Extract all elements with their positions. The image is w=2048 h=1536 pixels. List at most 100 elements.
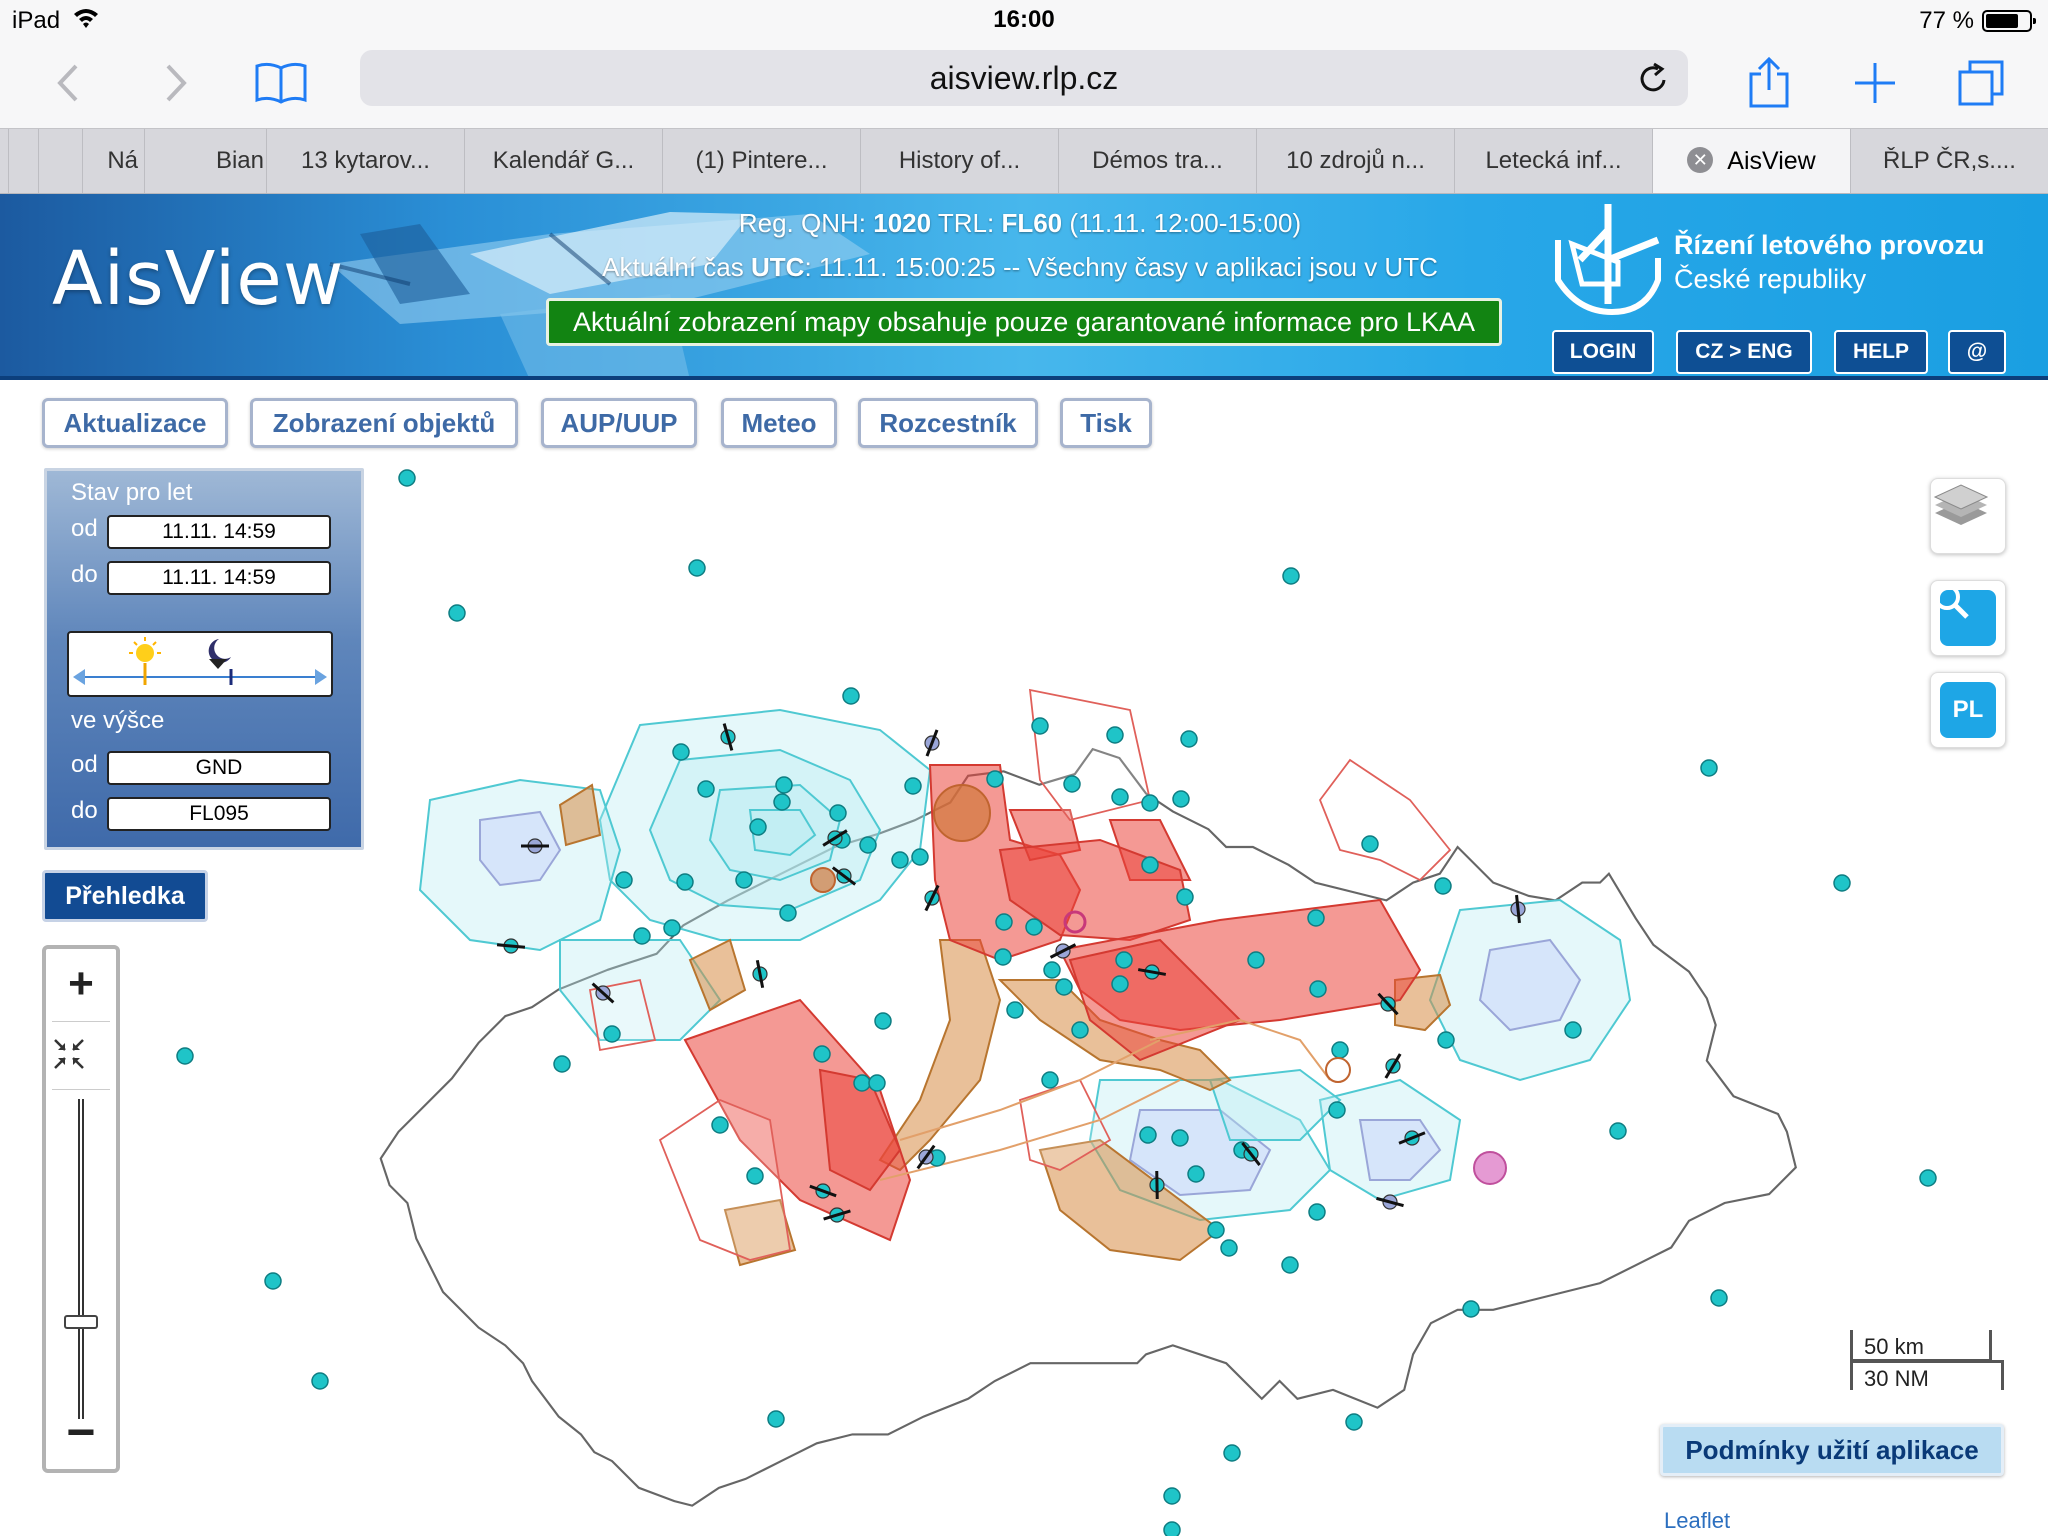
navaid-marker[interactable]: [1171, 1129, 1189, 1147]
navaid-marker[interactable]: [676, 873, 694, 891]
navaid-marker[interactable]: [775, 776, 793, 794]
navaid-marker[interactable]: [735, 871, 753, 889]
navaid-marker[interactable]: [1437, 1031, 1455, 1049]
navaid-marker[interactable]: [1833, 874, 1851, 892]
pl-button[interactable]: PL: [1930, 672, 2006, 748]
navaid-marker[interactable]: [1063, 775, 1081, 793]
tab-1[interactable]: Bian: [144, 129, 266, 193]
tab-4[interactable]: (1) Pintere...: [662, 129, 860, 193]
forward-button[interactable]: [140, 48, 210, 118]
tabs-overview-button[interactable]: [1946, 48, 2016, 118]
navaid-marker[interactable]: [1328, 1101, 1346, 1119]
reload-icon[interactable]: [1636, 62, 1670, 96]
navaid-marker[interactable]: [749, 818, 767, 836]
tab-aisview-active[interactable]: ✕ AisView: [1652, 129, 1850, 193]
navaid-marker[interactable]: [911, 848, 929, 866]
navaid-marker[interactable]: [1176, 888, 1194, 906]
zoom-out-button[interactable]: −: [52, 1403, 110, 1465]
tab-6[interactable]: Démos tra...: [1058, 129, 1256, 193]
navaid-marker[interactable]: [1006, 1001, 1024, 1019]
aerodrome-icon[interactable]: [924, 729, 940, 757]
tab-3[interactable]: Kalendář G...: [464, 129, 662, 193]
tab-0[interactable]: Ná: [82, 129, 144, 193]
search-button[interactable]: [1930, 580, 2006, 656]
navaid-marker[interactable]: [1282, 567, 1300, 585]
navaid-marker[interactable]: [1041, 1071, 1059, 1089]
tab-7[interactable]: 10 zdrojů n...: [1256, 129, 1454, 193]
navaid-marker[interactable]: [1141, 794, 1159, 812]
language-button[interactable]: CZ > ENG: [1676, 330, 1812, 374]
navaid-marker[interactable]: [1111, 975, 1129, 993]
layers-button[interactable]: [1930, 478, 2006, 554]
navaid-marker[interactable]: [1031, 717, 1049, 735]
navaid-marker[interactable]: [868, 1074, 886, 1092]
navaid-marker[interactable]: [859, 836, 877, 854]
contact-button[interactable]: @: [1948, 330, 2006, 374]
day-night-timeline[interactable]: [67, 631, 333, 697]
navaid-marker[interactable]: [1331, 1041, 1349, 1059]
navaid-marker[interactable]: [1434, 877, 1452, 895]
navaid-marker[interactable]: [448, 604, 466, 622]
navaid-marker[interactable]: [995, 913, 1013, 931]
navaid-marker[interactable]: [264, 1272, 282, 1290]
navaid-marker[interactable]: [994, 948, 1012, 966]
navaid-marker[interactable]: [1309, 980, 1327, 998]
overview-button[interactable]: Přehledka: [42, 870, 208, 922]
navaid-marker[interactable]: [842, 687, 860, 705]
bookmarks-button[interactable]: [246, 48, 316, 118]
navaid-marker[interactable]: [1172, 790, 1190, 808]
new-tab-button[interactable]: [1840, 48, 1910, 118]
navaid-marker[interactable]: [615, 871, 633, 889]
menu-print[interactable]: Tisk: [1060, 398, 1152, 448]
navaid-marker[interactable]: [311, 1372, 329, 1390]
zoom-in-button[interactable]: +: [52, 955, 110, 1017]
navaid-marker[interactable]: [874, 1012, 892, 1030]
navaid-marker[interactable]: [986, 770, 1004, 788]
navaid-marker[interactable]: [1609, 1122, 1627, 1140]
login-button[interactable]: LOGIN: [1552, 330, 1654, 374]
tab-stub[interactable]: [38, 129, 82, 193]
navaid-marker[interactable]: [633, 927, 651, 945]
menu-meteo[interactable]: Meteo: [721, 398, 837, 448]
navaid-marker[interactable]: [1115, 951, 1133, 969]
navaid-marker[interactable]: [1281, 1256, 1299, 1274]
navaid-marker[interactable]: [773, 793, 791, 811]
navaid-marker[interactable]: [711, 1116, 729, 1134]
back-button[interactable]: [34, 48, 104, 118]
tab-8[interactable]: Letecká inf...: [1454, 129, 1652, 193]
navaid-marker[interactable]: [697, 780, 715, 798]
menu-updates[interactable]: Aktualizace: [42, 398, 228, 448]
navaid-marker[interactable]: [767, 1410, 785, 1428]
tab-stub[interactable]: [8, 129, 38, 193]
help-button[interactable]: HELP: [1834, 330, 1928, 374]
navaid-marker[interactable]: [1180, 730, 1198, 748]
navaid-marker[interactable]: [1163, 1521, 1181, 1536]
navaid-marker[interactable]: [1055, 978, 1073, 996]
menu-object-display[interactable]: Zobrazení objektů: [250, 398, 518, 448]
navaid-marker[interactable]: [891, 851, 909, 869]
navaid-marker[interactable]: [1111, 788, 1129, 806]
zoom-slider-thumb[interactable]: [64, 1315, 98, 1329]
navaid-marker[interactable]: [553, 1055, 571, 1073]
navaid-marker[interactable]: [1247, 951, 1265, 969]
navaid-marker[interactable]: [1564, 1021, 1582, 1039]
navaid-marker[interactable]: [1220, 1239, 1238, 1257]
address-bar[interactable]: aisview.rlp.cz: [360, 50, 1688, 106]
menu-signpost[interactable]: Rozcestník: [858, 398, 1038, 448]
navaid-marker[interactable]: [1307, 909, 1325, 927]
navaid-marker[interactable]: [1700, 759, 1718, 777]
menu-aup-uup[interactable]: AUP/UUP: [541, 398, 697, 448]
navaid-marker[interactable]: [853, 1074, 871, 1092]
zoom-slider-track[interactable]: [78, 1099, 84, 1419]
navaid-marker[interactable]: [746, 1167, 764, 1185]
navaid-marker[interactable]: [1163, 1487, 1181, 1505]
tab-5[interactable]: History of...: [860, 129, 1058, 193]
navaid-marker[interactable]: [1187, 1165, 1205, 1183]
fit-view-button[interactable]: [52, 1025, 110, 1087]
tab-close-icon[interactable]: ✕: [1687, 147, 1714, 174]
navaid-marker[interactable]: [672, 743, 690, 761]
terms-of-use-button[interactable]: Podmínky užití aplikace: [1660, 1424, 2004, 1476]
navaid-marker[interactable]: [663, 919, 681, 937]
navaid-marker[interactable]: [1919, 1169, 1937, 1187]
timeline-slider[interactable]: [69, 633, 331, 695]
